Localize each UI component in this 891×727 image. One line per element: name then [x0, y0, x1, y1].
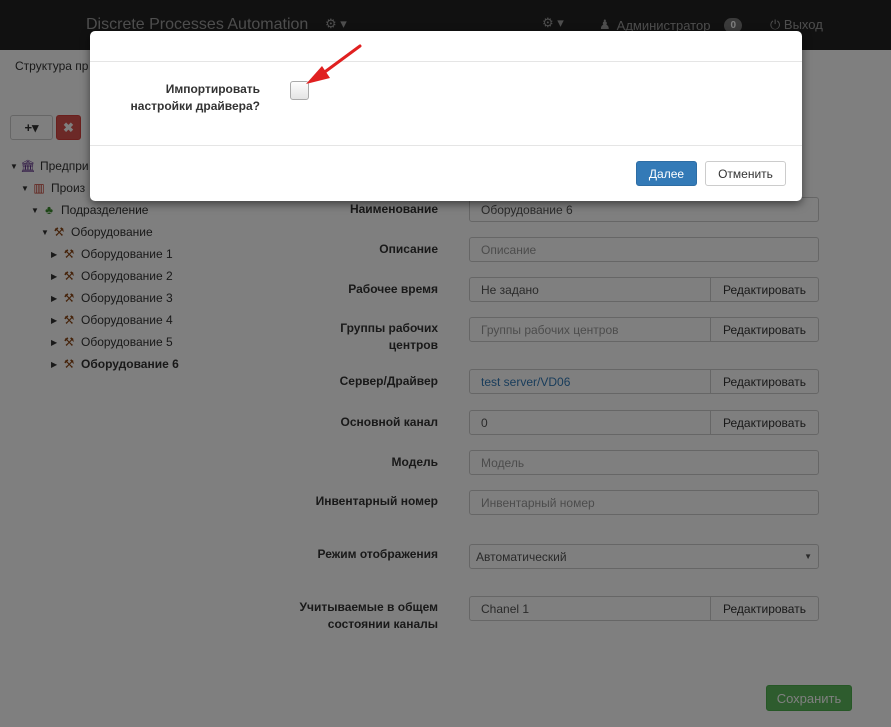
import-question-label: Импортировать настройки драйвера?: [130, 82, 260, 113]
modal-header: [90, 31, 802, 62]
import-settings-checkbox[interactable]: [290, 81, 309, 100]
cancel-button[interactable]: Отменить: [705, 161, 786, 186]
import-driver-dialog: Импортировать настройки драйвера? Далее …: [90, 31, 802, 201]
next-button[interactable]: Далее: [636, 161, 697, 186]
